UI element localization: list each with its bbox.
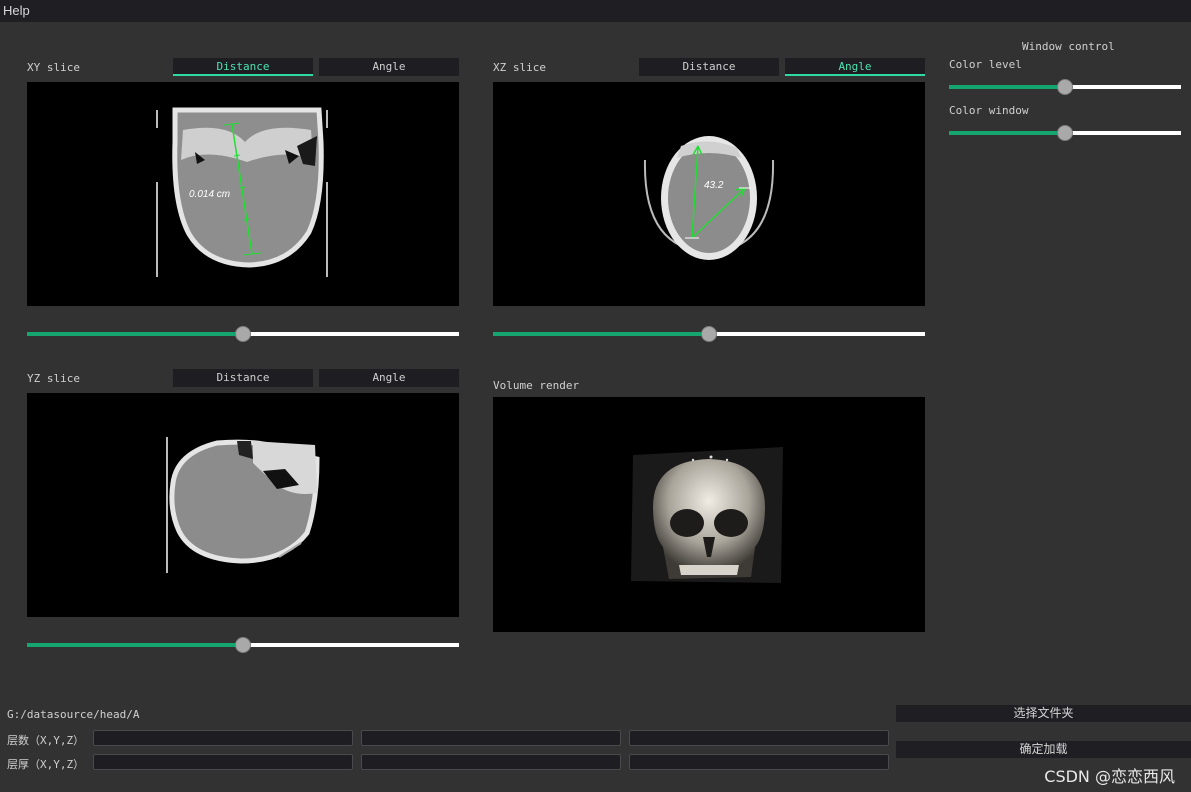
thickness-x-field[interactable] (93, 754, 353, 770)
xz-angle-button[interactable]: Angle (785, 58, 925, 76)
color-window-fill (949, 131, 1065, 135)
xy-slice-slider[interactable] (27, 326, 459, 342)
thickness-y-field[interactable] (361, 754, 621, 770)
xy-slider-handle[interactable] (235, 326, 251, 342)
watermark-text: CSDN @恋恋西风 (1044, 767, 1175, 786)
xz-angle-label: 43.2 (704, 180, 724, 191)
color-window-track (1065, 131, 1181, 135)
xy-slider-fill (27, 332, 243, 336)
xz-slice-title: XZ slice (493, 61, 546, 74)
yz-angle-button[interactable]: Angle (319, 369, 459, 387)
thickness-z-field[interactable] (629, 754, 889, 770)
xy-slice-view[interactable]: 0.014 cm (27, 82, 459, 306)
color-level-track (1065, 85, 1181, 89)
xy-angle-button[interactable]: Angle (319, 58, 459, 76)
layers-z-field[interactable] (629, 730, 889, 746)
xy-distance-button[interactable]: Distance (173, 58, 313, 76)
layers-y-field[interactable] (361, 730, 621, 746)
select-folder-button[interactable]: 选择文件夹 (896, 705, 1191, 722)
xy-slider-track (243, 332, 459, 336)
color-level-label: Color level (949, 58, 1022, 71)
confirm-load-button[interactable]: 确定加载 (896, 741, 1191, 758)
yz-distance-button[interactable]: Distance (173, 369, 313, 387)
color-level-handle[interactable] (1057, 79, 1073, 95)
xz-slice-view[interactable]: 43.2 (493, 82, 925, 306)
data-path-label: G:/datasource/head/A (7, 708, 140, 721)
xy-distance-label: 0.014 cm (189, 189, 230, 200)
menu-bar: Help (0, 0, 1191, 22)
color-window-slider[interactable] (949, 125, 1181, 141)
yz-slice-title: YZ slice (27, 372, 80, 385)
color-level-fill (949, 85, 1065, 89)
yz-slider-fill (27, 643, 243, 647)
color-window-label: Color window (949, 104, 1029, 117)
yz-slice-view[interactable] (27, 393, 459, 617)
color-window-handle[interactable] (1057, 125, 1073, 141)
yz-slider-handle[interactable] (235, 637, 251, 653)
yz-slider-track (243, 643, 459, 647)
layers-label: 层数（X,Y,Z） (7, 734, 85, 747)
volume-render-view[interactable] (493, 397, 925, 632)
xz-slider-fill (493, 332, 709, 336)
color-level-slider[interactable] (949, 79, 1181, 95)
volume-render-title: Volume render (493, 379, 580, 392)
layers-x-field[interactable] (93, 730, 353, 746)
xz-slider-track (709, 332, 925, 336)
yz-slice-slider[interactable] (27, 637, 459, 653)
xz-distance-button[interactable]: Distance (639, 58, 779, 76)
xz-slider-handle[interactable] (701, 326, 717, 342)
window-control-title: Window control (1022, 40, 1115, 53)
menu-help[interactable]: Help (3, 3, 30, 18)
thickness-label: 层厚（X,Y,Z） (7, 758, 85, 771)
xz-slice-slider[interactable] (493, 326, 925, 342)
xy-slice-title: XY slice (27, 61, 80, 74)
